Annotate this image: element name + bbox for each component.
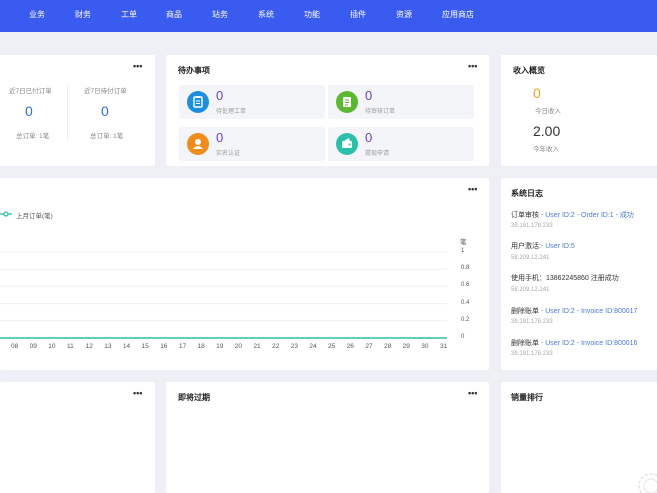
nav-plugins[interactable]: 插件 xyxy=(350,0,366,32)
x-tick-label: 20 xyxy=(234,343,243,350)
chart-legend-label[interactable]: 上月订单(笔) xyxy=(16,210,53,220)
nav-tickets[interactable]: 工单 xyxy=(121,0,137,32)
top-navigation: 业务 财务 工单 商品 站务 系统 功能 插件 资源 应用商店 xyxy=(0,0,657,32)
list-icon xyxy=(336,91,358,113)
x-tick-label: 17 xyxy=(178,343,187,350)
x-tick-label: 08 xyxy=(11,343,19,350)
x-tick-label: 19 xyxy=(216,343,224,350)
todo-item-withdrawal[interactable]: 0 提现申请 xyxy=(328,127,474,161)
y-tick-label: 0.2 xyxy=(461,316,470,323)
expiring-title: 即将过期 xyxy=(178,393,210,402)
todo-verification-value: 0 xyxy=(216,130,224,145)
todo-item-tickets[interactable]: 0 待处理工单 xyxy=(179,85,325,119)
x-tick-label: 22 xyxy=(272,343,280,350)
system-log-card: 系统日志 订单审核 - User ID:2 - Order ID:1 - 成功 … xyxy=(501,178,657,370)
x-tick-label: 13 xyxy=(104,343,112,350)
todo-orders-value: 0 xyxy=(365,88,373,103)
paid-orders-label: 近7日已付订单 xyxy=(9,88,52,95)
x-tick-label: 21 xyxy=(253,343,261,350)
log-ip-4: 39.191.178.233 xyxy=(511,319,553,325)
x-tick-label: 09 xyxy=(29,343,37,350)
todo-more-button[interactable]: ••• xyxy=(468,61,477,71)
nav-system[interactable]: 系统 xyxy=(258,0,274,32)
bottom-left-card: ••• xyxy=(0,382,155,493)
year-income-label: 今年收入 xyxy=(533,146,559,153)
today-income-label: 今日收入 xyxy=(535,108,561,115)
x-tick-label: 15 xyxy=(141,343,149,350)
nav-resources[interactable]: 资源 xyxy=(396,0,412,32)
todo-card: 待办事项 ••• 0 待处理工单 0 待审核订单 0 实名认证 0 提现申请 xyxy=(166,55,489,166)
paid-orders-total: 总订单: 1笔 xyxy=(16,133,50,140)
todo-verification-label: 实名认证 xyxy=(216,151,241,157)
orders-line-chart xyxy=(0,211,447,339)
x-tick-label: 18 xyxy=(197,343,205,350)
orders-card: ••• 近7日已付订单 0 总订单: 1笔 近7日待付订单 0 总订单: 1笔 xyxy=(0,55,155,166)
pending-orders-total: 总订单: 1笔 xyxy=(90,133,124,140)
income-title: 收入概览 xyxy=(513,66,545,75)
pending-orders-value: 0 xyxy=(101,103,109,119)
log-entry-3[interactable]: 使用手机：13862245860 注册成功 xyxy=(511,273,619,283)
x-tick-label: 26 xyxy=(346,343,354,350)
orders-more-button[interactable]: ••• xyxy=(133,61,142,71)
log-entry-4[interactable]: 删除账单 - User ID:2 - Invoice ID:800017 xyxy=(511,306,637,316)
bottom-left-more-button[interactable]: ••• xyxy=(133,388,142,398)
log-ip-3: 58.209.12.241 xyxy=(511,287,550,293)
y-tick-label: 0.6 xyxy=(461,282,470,289)
log-ip-5: 39.191.178.233 xyxy=(511,351,553,357)
nav-finance[interactable]: 财务 xyxy=(75,0,91,32)
nav-site[interactable]: 站务 xyxy=(212,0,228,32)
nav-products[interactable]: 商品 xyxy=(166,0,182,32)
todo-item-orders[interactable]: 0 待审核订单 xyxy=(328,85,474,119)
log-entry-1[interactable]: 订单审核 - User ID:2 - Order ID:1 - 成功 xyxy=(511,210,634,220)
todo-tickets-value: 0 xyxy=(216,88,224,103)
pending-orders-label: 近7日待付订单 xyxy=(84,88,127,95)
decorative-ring-icon xyxy=(638,473,657,493)
wallet-icon xyxy=(336,133,358,155)
y-tick-label: 0.4 xyxy=(461,299,470,306)
legend-dot-marker xyxy=(3,211,9,217)
expiring-more-button[interactable]: ••• xyxy=(468,388,477,398)
x-tick-label: 27 xyxy=(365,343,373,350)
todo-orders-label: 待审核订单 xyxy=(365,109,396,115)
today-income-value: 0 xyxy=(533,85,541,101)
log-ip-2: 58.209.12.241 xyxy=(511,255,550,261)
log-entry-5[interactable]: 删除账单 - User ID:2 - Invoice ID:800016 xyxy=(511,338,637,348)
x-tick-label: 31 xyxy=(439,343,448,350)
nav-business[interactable]: 业务 xyxy=(29,0,45,32)
nav-app-store[interactable]: 应用商店 xyxy=(442,0,474,32)
user-icon xyxy=(187,133,209,155)
divider xyxy=(67,85,68,141)
y-tick-label: 0.8 xyxy=(461,265,470,272)
x-tick-label: 25 xyxy=(328,343,336,350)
log-ip-1: 39.191.178.233 xyxy=(511,223,553,229)
x-tick-label: 23 xyxy=(290,343,298,350)
y-tick-label: 0 xyxy=(461,334,465,340)
expiring-card: 即将过期 ••• xyxy=(166,382,489,493)
y-tick-label: 1 xyxy=(461,248,465,254)
x-tick-label: 30 xyxy=(421,343,429,350)
todo-withdrawal-value: 0 xyxy=(365,130,373,145)
x-tick-label: 16 xyxy=(160,343,168,350)
x-tick-label: 28 xyxy=(384,343,392,350)
clipboard-icon xyxy=(187,91,209,113)
x-tick-label: 14 xyxy=(122,343,131,350)
x-tick-label: 29 xyxy=(402,343,410,350)
log-entry-2[interactable]: 用户激活:- User ID:5 xyxy=(511,241,575,251)
sales-ranking-title: 销量排行 xyxy=(511,393,543,402)
todo-tickets-label: 待处理工单 xyxy=(216,109,247,115)
chart-ylabel: 笔 xyxy=(460,239,467,246)
todo-item-verification[interactable]: 0 实名认证 xyxy=(179,127,325,161)
system-log-title: 系统日志 xyxy=(511,189,543,198)
income-card: 收入概览 0 今日收入 2.00 今年收入 xyxy=(501,55,657,166)
x-tick-label: 12 xyxy=(85,343,93,350)
x-tick-label: 11 xyxy=(66,343,74,350)
todo-withdrawal-label: 提现申请 xyxy=(365,151,390,157)
paid-orders-value: 0 xyxy=(25,103,33,119)
sales-ranking-card: 销量排行 xyxy=(501,382,657,493)
todo-title: 待办事项 xyxy=(178,66,210,75)
x-tick-label: 24 xyxy=(309,343,317,350)
year-income-value: 2.00 xyxy=(533,123,561,139)
x-tick-label: 10 xyxy=(48,343,56,350)
nav-features[interactable]: 功能 xyxy=(304,0,320,32)
